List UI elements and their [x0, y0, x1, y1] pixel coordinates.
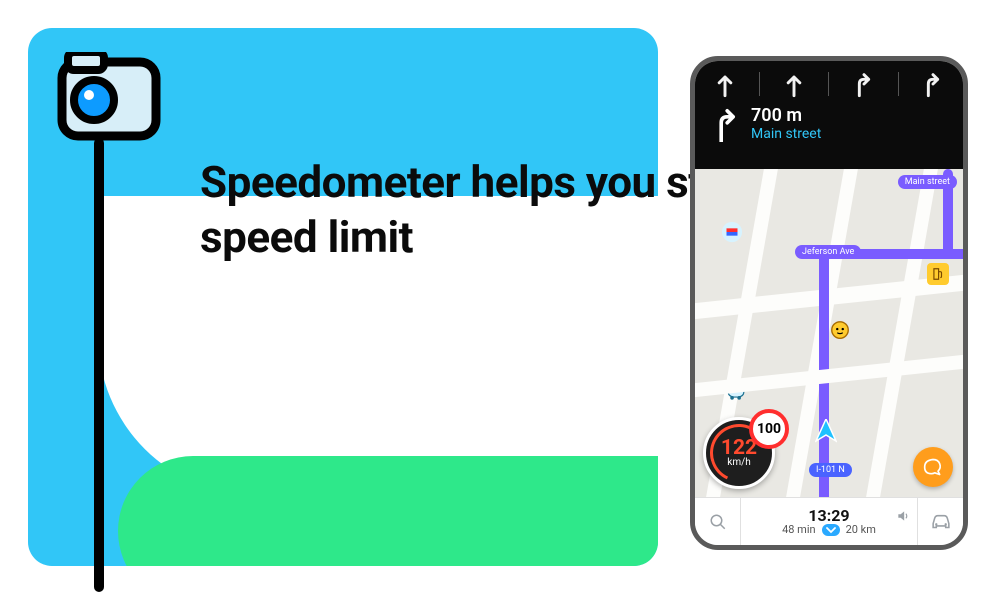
lane-straight-icon [780, 69, 808, 99]
speed-camera-icon [56, 52, 166, 596]
turn-by-turn-panel: 700 m Main street [695, 61, 963, 169]
lane-right-icon [919, 69, 947, 99]
next-turn-street: Main street [751, 126, 821, 142]
car-icon [930, 514, 952, 530]
gas-station-icon [927, 263, 949, 285]
phone-mockup: 700 m Main street Main street Jeferson A… [690, 56, 968, 550]
search-icon [709, 513, 727, 531]
eta-panel[interactable]: 13:29 48 min 20 km [741, 507, 917, 537]
wazer-icon [725, 379, 747, 401]
lane-straight-icon [711, 69, 739, 99]
speed-unit: km/h [727, 457, 750, 468]
eta-time: 13:29 [741, 507, 917, 525]
street-label-main: Main street [898, 175, 957, 189]
report-icon [923, 457, 943, 477]
route-shield: I-101 N [809, 463, 852, 477]
expand-icon [822, 524, 840, 536]
next-turn-distance: 700 m [751, 105, 821, 126]
map-canvas[interactable]: Main street Jeferson Ave I-101 N 122 km/… [695, 169, 963, 497]
speaker-icon [895, 509, 911, 523]
trip-distance: 20 km [846, 524, 876, 536]
speed-limit-badge: 100 [749, 409, 789, 449]
street-label-jefferson: Jeferson Ave [795, 245, 861, 259]
current-location-icon [815, 419, 837, 447]
search-button[interactable] [695, 498, 741, 545]
police-icon [721, 221, 743, 243]
report-button[interactable] [913, 447, 953, 487]
my-waze-button[interactable] [917, 498, 963, 545]
hazard-icon [829, 319, 851, 341]
trip-duration: 48 min [782, 524, 816, 536]
current-speed-value: 122 [721, 438, 757, 459]
turn-right-icon [711, 106, 741, 142]
bottom-bar: 13:29 48 min 20 km [695, 497, 963, 545]
lane-right-icon [850, 69, 878, 99]
lane-guidance [695, 61, 963, 99]
sound-button[interactable] [895, 509, 911, 527]
